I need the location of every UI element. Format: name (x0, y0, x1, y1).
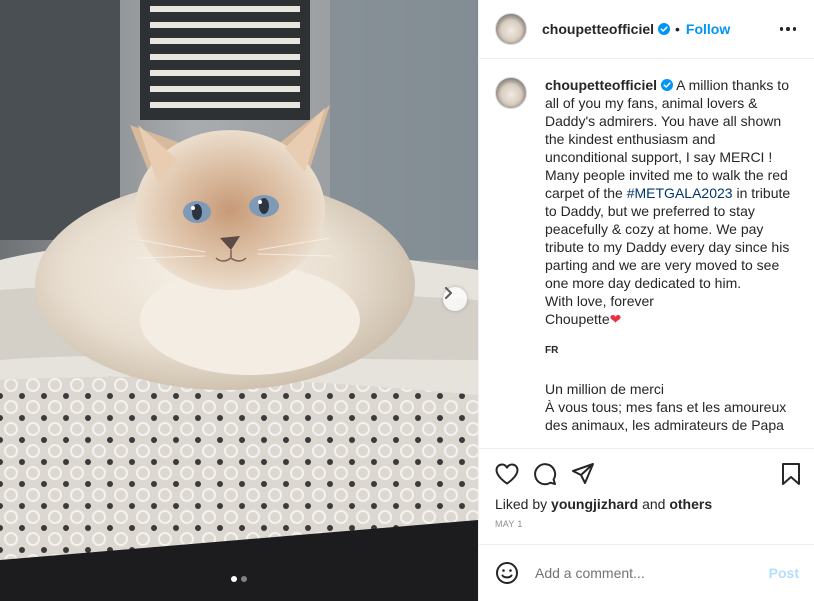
caption-username-link[interactable]: choupetteofficiel (545, 77, 657, 93)
carousel-indicator (0, 576, 478, 582)
caption-text: choupetteofficiel A million thanks to al… (545, 76, 795, 434)
liked-prefix: Liked by (495, 496, 548, 512)
heart-outline-icon[interactable] (495, 463, 519, 485)
caption-signature-line: Choupette❤ (545, 310, 795, 328)
likes-summary: Liked by youngjizhard and others (495, 496, 799, 512)
verified-badge-icon (661, 79, 674, 91)
caption-scroll-area[interactable]: choupetteofficiel A million thanks to al… (479, 60, 814, 448)
post-date[interactable]: MAY 1 (495, 519, 799, 529)
liked-and: and (642, 496, 666, 512)
follow-button[interactable]: Follow (686, 21, 730, 37)
caption-row: choupetteofficiel A million thanks to al… (495, 76, 801, 434)
cat-photo-illustration (0, 0, 478, 601)
caption-fr-line-2: À vous tous; mes fans et les amoureux de… (545, 399, 787, 433)
caption-fr-line-1: Un million de merci (545, 381, 665, 397)
comment-bar: Post (479, 544, 814, 601)
username-link[interactable]: choupetteofficiel (542, 21, 654, 37)
post-header: choupetteofficiel • Follow (479, 0, 814, 59)
carousel-next-button[interactable] (443, 287, 467, 311)
caption-line-love: With love, forever (545, 293, 654, 309)
post-photo[interactable] (0, 0, 478, 601)
bookmark-icon[interactable] (781, 462, 801, 486)
smiley-icon[interactable] (495, 561, 519, 585)
carousel-dot-active (231, 576, 237, 582)
carousel-dot (241, 576, 247, 582)
post-comment-button[interactable]: Post (769, 565, 799, 581)
caption-signature: Choupette (545, 311, 610, 327)
caption-text-part-1: A million thanks to all of you my fans, … (545, 77, 789, 201)
comment-input[interactable] (535, 565, 759, 581)
verified-badge-icon (658, 23, 671, 35)
avatar[interactable] (495, 13, 527, 45)
separator-dot: • (675, 21, 680, 37)
paper-plane-icon[interactable] (571, 462, 595, 486)
chevron-right-icon (445, 287, 452, 299)
ellipsis-icon[interactable] (779, 27, 796, 31)
action-icons (495, 449, 801, 499)
post-actions: Liked by youngjizhard and others MAY 1 (479, 448, 814, 544)
language-label: FR (545, 345, 559, 356)
liked-others-link[interactable]: others (669, 496, 712, 512)
speech-bubble-icon[interactable] (533, 462, 557, 486)
hashtag-link[interactable]: #METGALA2023 (627, 185, 733, 201)
caption-avatar[interactable] (495, 77, 527, 109)
post-details-panel: choupetteofficiel • Follow choupetteoffi… (478, 0, 814, 601)
liked-user-link[interactable]: youngjizhard (551, 496, 638, 512)
heart-emoji: ❤ (609, 311, 622, 327)
